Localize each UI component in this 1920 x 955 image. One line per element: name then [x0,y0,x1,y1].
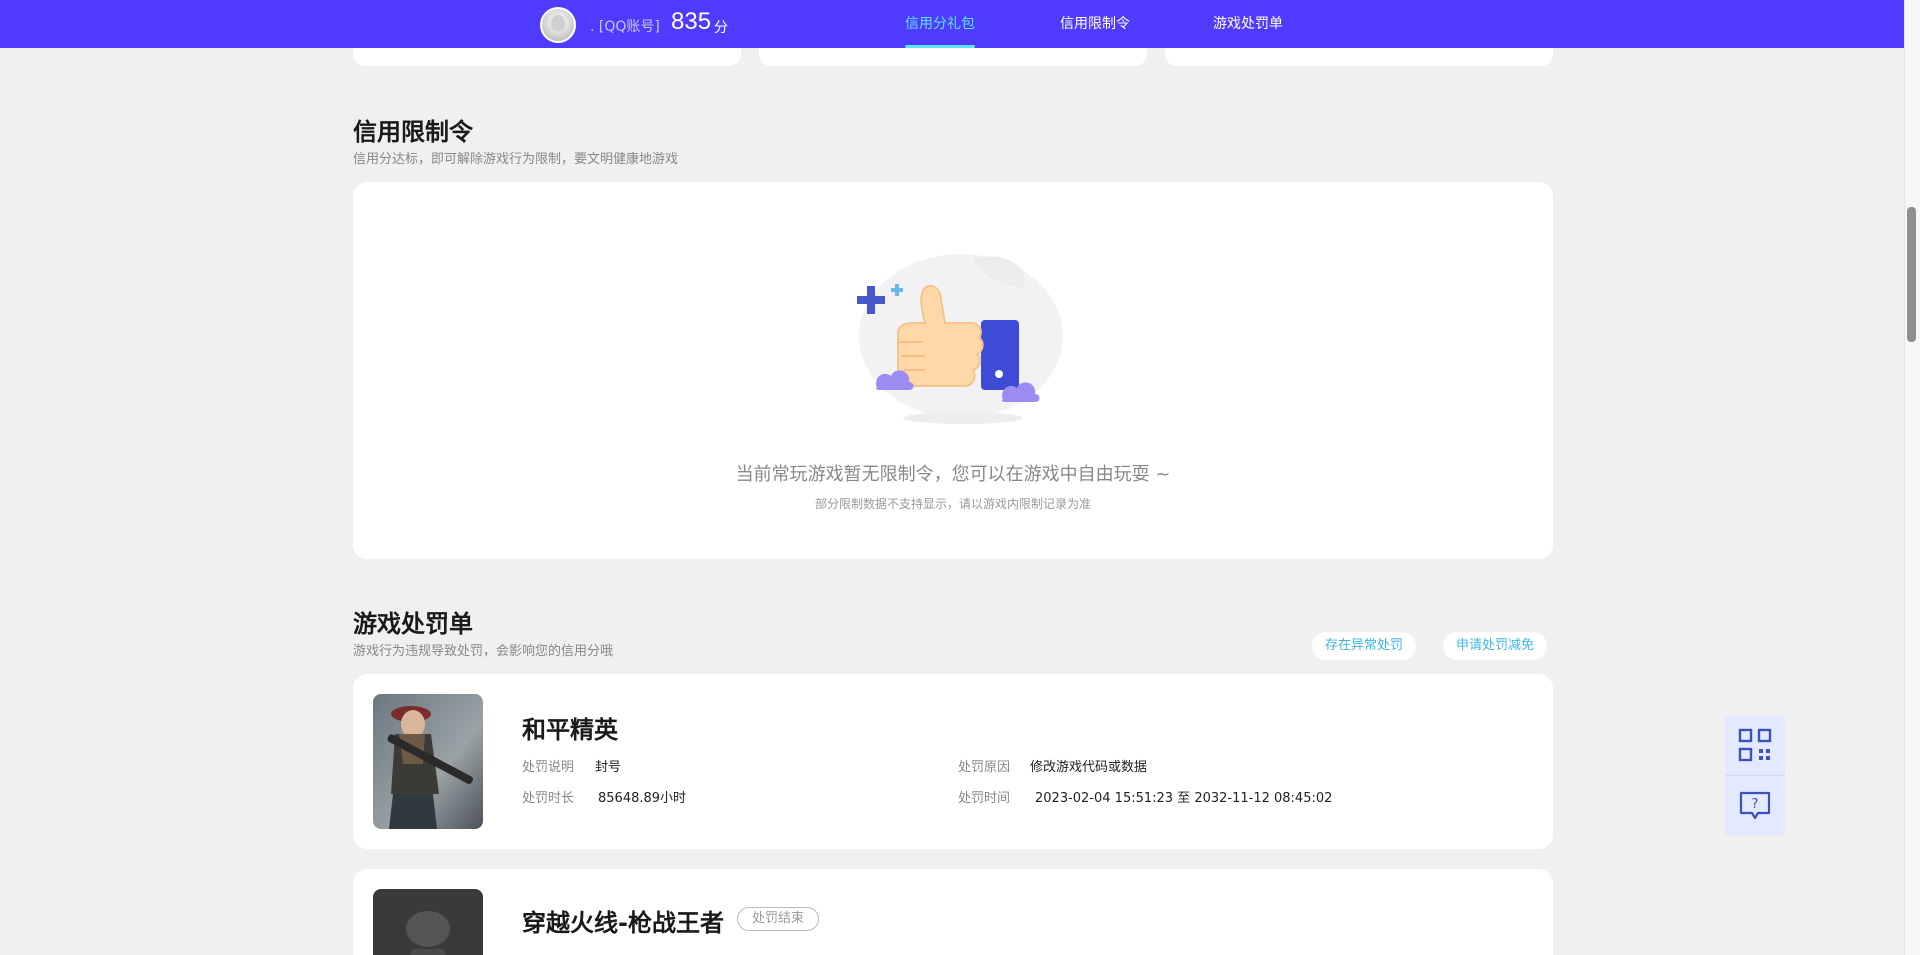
punishment-item[interactable]: 和平精英 处罚说明 封号 处罚原因 修改游戏代码或数据 处罚时长 85648.8… [353,674,1553,849]
punishment-status-badge: 处罚结束 [737,907,820,931]
punishment-duration-label: 处罚时长 [522,791,575,806]
apply-reduction-button[interactable]: 申请处罚减免 [1443,632,1548,660]
scrollbar-track[interactable] [1904,0,1920,955]
punishment-item[interactable]: 穿越火线-枪战王者 处罚结束 [353,869,1553,955]
abnormal-punishment-button[interactable]: 存在异常处罚 [1312,632,1417,660]
scrollbar-thumb[interactable] [1907,207,1916,342]
tab-credit-gift[interactable]: 信用分礼包 [905,0,975,48]
empty-state-note: 部分限制数据不支持显示，请以游戏内限制记录为准 [814,497,1091,511]
punishment-desc-value: 封号 [595,760,622,775]
restriction-empty-card: 当前常玩游戏暂无限制令，您可以在游戏中自由玩耍 ~ 部分限制数据不支持显示，请以… [353,182,1553,559]
punishment-time-label: 处罚时间 [958,791,1011,806]
help-chat-icon: ? [1739,791,1771,819]
thumbs-up-icon [857,254,1063,424]
top-nav-bar: . [QQ账号] 835 分 信用分礼包 信用限制令 游戏处罚单 [0,0,1904,48]
game-cover-image [373,694,483,829]
empty-state-message: 当前常玩游戏暂无限制令，您可以在游戏中自由玩耍 ~ [735,464,1171,485]
punishment-duration-value: 85648.89小时 [598,791,687,806]
svg-text:?: ? [1752,797,1759,812]
restriction-section-subtitle: 信用分达标，即可解除游戏行为限制，要文明健康地游戏 [353,152,679,167]
punishment-section-title: 游戏处罚单 [353,610,473,638]
game-title: 穿越火线-枪战王者 [522,909,724,937]
punishment-reason-value: 修改游戏代码或数据 [1030,760,1148,775]
game-cover-image [373,889,483,955]
punishment-desc-label: 处罚说明 [522,760,575,775]
tab-credit-restriction[interactable]: 信用限制令 [1060,0,1130,48]
tab-game-punishment[interactable]: 游戏处罚单 [1213,0,1283,48]
qrcode-icon [1738,728,1772,762]
restriction-section-title: 信用限制令 [353,118,473,146]
punishment-section-subtitle: 游戏行为违规导致处罚，会影响您的信用分哦 [353,644,614,659]
credit-score-unit: 分 [714,20,728,36]
avatar[interactable] [540,7,576,43]
game-title: 和平精英 [522,716,618,744]
qrcode-button[interactable] [1725,715,1785,775]
account-label: . [QQ账号] [590,19,660,35]
credit-score: 835 [671,8,712,35]
punishment-time-value: 2023-02-04 15:51:23 至 2032-11-12 08:45:0… [1035,791,1333,806]
punishment-reason-label: 处罚原因 [958,760,1011,775]
help-feedback-button[interactable]: ? [1725,775,1785,835]
